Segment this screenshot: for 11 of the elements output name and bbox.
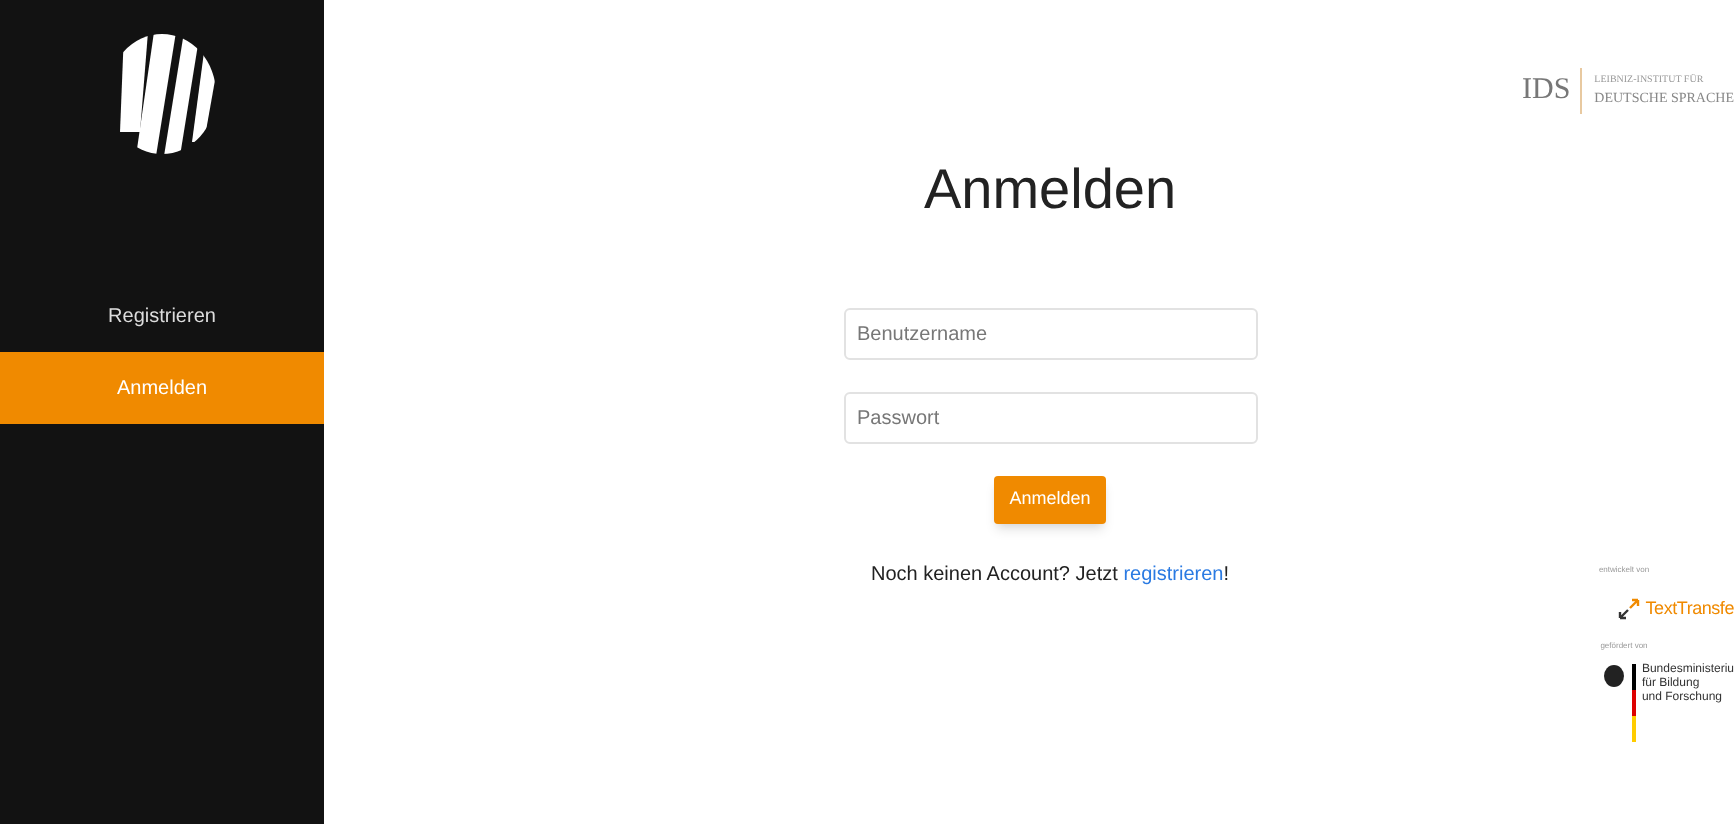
register-link[interactable]: registrieren — [1123, 564, 1224, 586]
register-prompt: Noch keinen Account? Jetzt registrieren! — [870, 562, 1229, 590]
page-title: Anmelden — [923, 156, 1177, 224]
diagonal-arrows-icon — [1617, 598, 1640, 621]
login-button[interactable]: Anmelden — [993, 476, 1107, 524]
sidebar-item[interactable]: Anmelden — [0, 352, 324, 424]
username-field[interactable]: Benutzername — [843, 308, 1257, 360]
sidebar-item[interactable]: Registrieren — [0, 280, 324, 352]
ids-logo-initials: IDS — [1522, 68, 1583, 113]
texttransfer-logo-text: TextTransfe — [1645, 596, 1734, 622]
password-field[interactable]: Passwort — [843, 392, 1257, 444]
